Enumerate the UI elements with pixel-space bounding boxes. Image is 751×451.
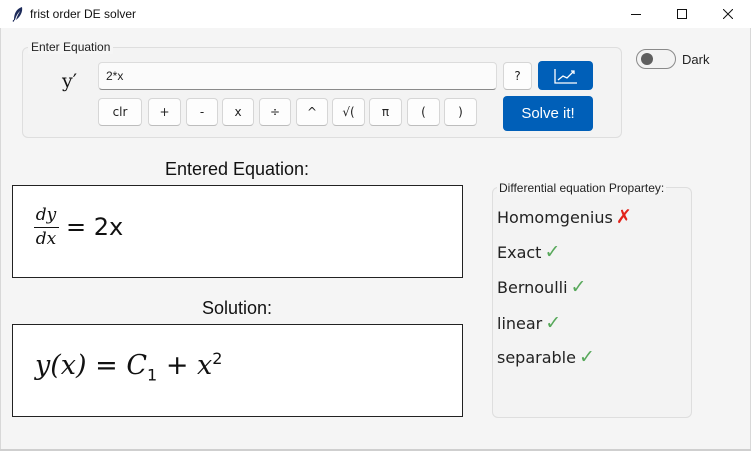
property-label: separable [497,347,576,367]
solution-constant-subscript: 1 [147,365,158,385]
solution-equals: = [95,350,118,381]
property-separable: separable ✓ [497,346,595,368]
solution-plus: + [165,350,189,381]
check-icon: ✓ [544,241,561,263]
window-title: frist order DE solver [30,7,137,21]
minimize-button[interactable] [613,0,659,28]
keypad-x-button[interactable]: x [222,98,254,126]
maximize-button[interactable] [659,0,705,28]
property-bernoulli: Bernoulli ✓ [497,276,586,298]
dark-mode-label: Dark [682,52,710,67]
solve-button[interactable]: Solve it! [503,96,593,131]
properties-title: Differential equation Propartey: [497,181,667,195]
entered-equation-heading: Entered Equation: [164,159,310,179]
keypad-close-paren-button[interactable]: ) [444,98,477,126]
solution-constant: C [126,350,148,381]
keypad-open-paren-button[interactable]: ( [407,98,440,126]
enter-equation-frame: y′ ? Solve it! clr + - x ÷ ^ √( π ( ) [22,47,622,138]
check-icon: ✓ [578,346,595,368]
derivative-prefix: y′ [62,70,78,92]
toggle-knob [641,53,653,65]
title-bar: frist order DE solver [0,0,751,28]
plot-button[interactable] [538,61,593,90]
fraction-bar [34,227,59,228]
keypad-divide-button[interactable]: ÷ [259,98,291,126]
property-label: Exact [497,242,542,262]
close-icon [723,9,733,19]
keypad-power-button[interactable]: ^ [296,98,328,126]
fraction-numerator: dy [35,205,57,225]
check-icon: ✓ [545,312,562,334]
dark-mode-toggle[interactable] [636,49,676,69]
solution-exponent: 2 [212,349,223,368]
entered-equation-display: dy dx = 2x [12,185,463,278]
keypad-clear-button[interactable]: clr [98,98,142,126]
chart-trend-icon [553,68,577,84]
solution-heading: Solution: [201,298,273,318]
equation-rhs: = 2x [66,213,124,241]
property-linear: linear ✓ [497,312,561,334]
maximize-icon [677,9,687,19]
client-area: y′ ? Solve it! clr + - x ÷ ^ √( π ( ) En… [0,28,751,449]
property-label: Bernoulli [497,277,568,297]
keypad-pi-button[interactable]: π [369,98,402,126]
check-icon: ✓ [570,276,587,298]
close-button[interactable] [705,0,751,28]
solution-expression: y(x) = C1 + x2 [35,349,222,384]
solution-lhs: y(x) [35,350,87,381]
keypad-sqrt-button[interactable]: √( [332,98,365,126]
equation-input[interactable] [98,62,497,90]
keypad-minus-button[interactable]: - [186,98,218,126]
cross-icon: ✗ [615,206,632,228]
property-label: linear [497,313,543,333]
property-exact: Exact ✓ [497,241,560,263]
keypad-plus-button[interactable]: + [148,98,181,126]
minimize-icon [631,14,641,15]
property-homogeneous: Homomgenius ✗ [497,206,632,228]
enter-equation-label: Enter Equation [28,40,114,54]
fraction-denominator: dx [35,229,57,249]
feather-icon [11,6,25,22]
solution-display: y(x) = C1 + x2 [12,324,463,417]
property-label: Homomgenius [497,207,613,227]
help-button[interactable]: ? [503,62,532,90]
solution-variable: x [197,350,213,381]
